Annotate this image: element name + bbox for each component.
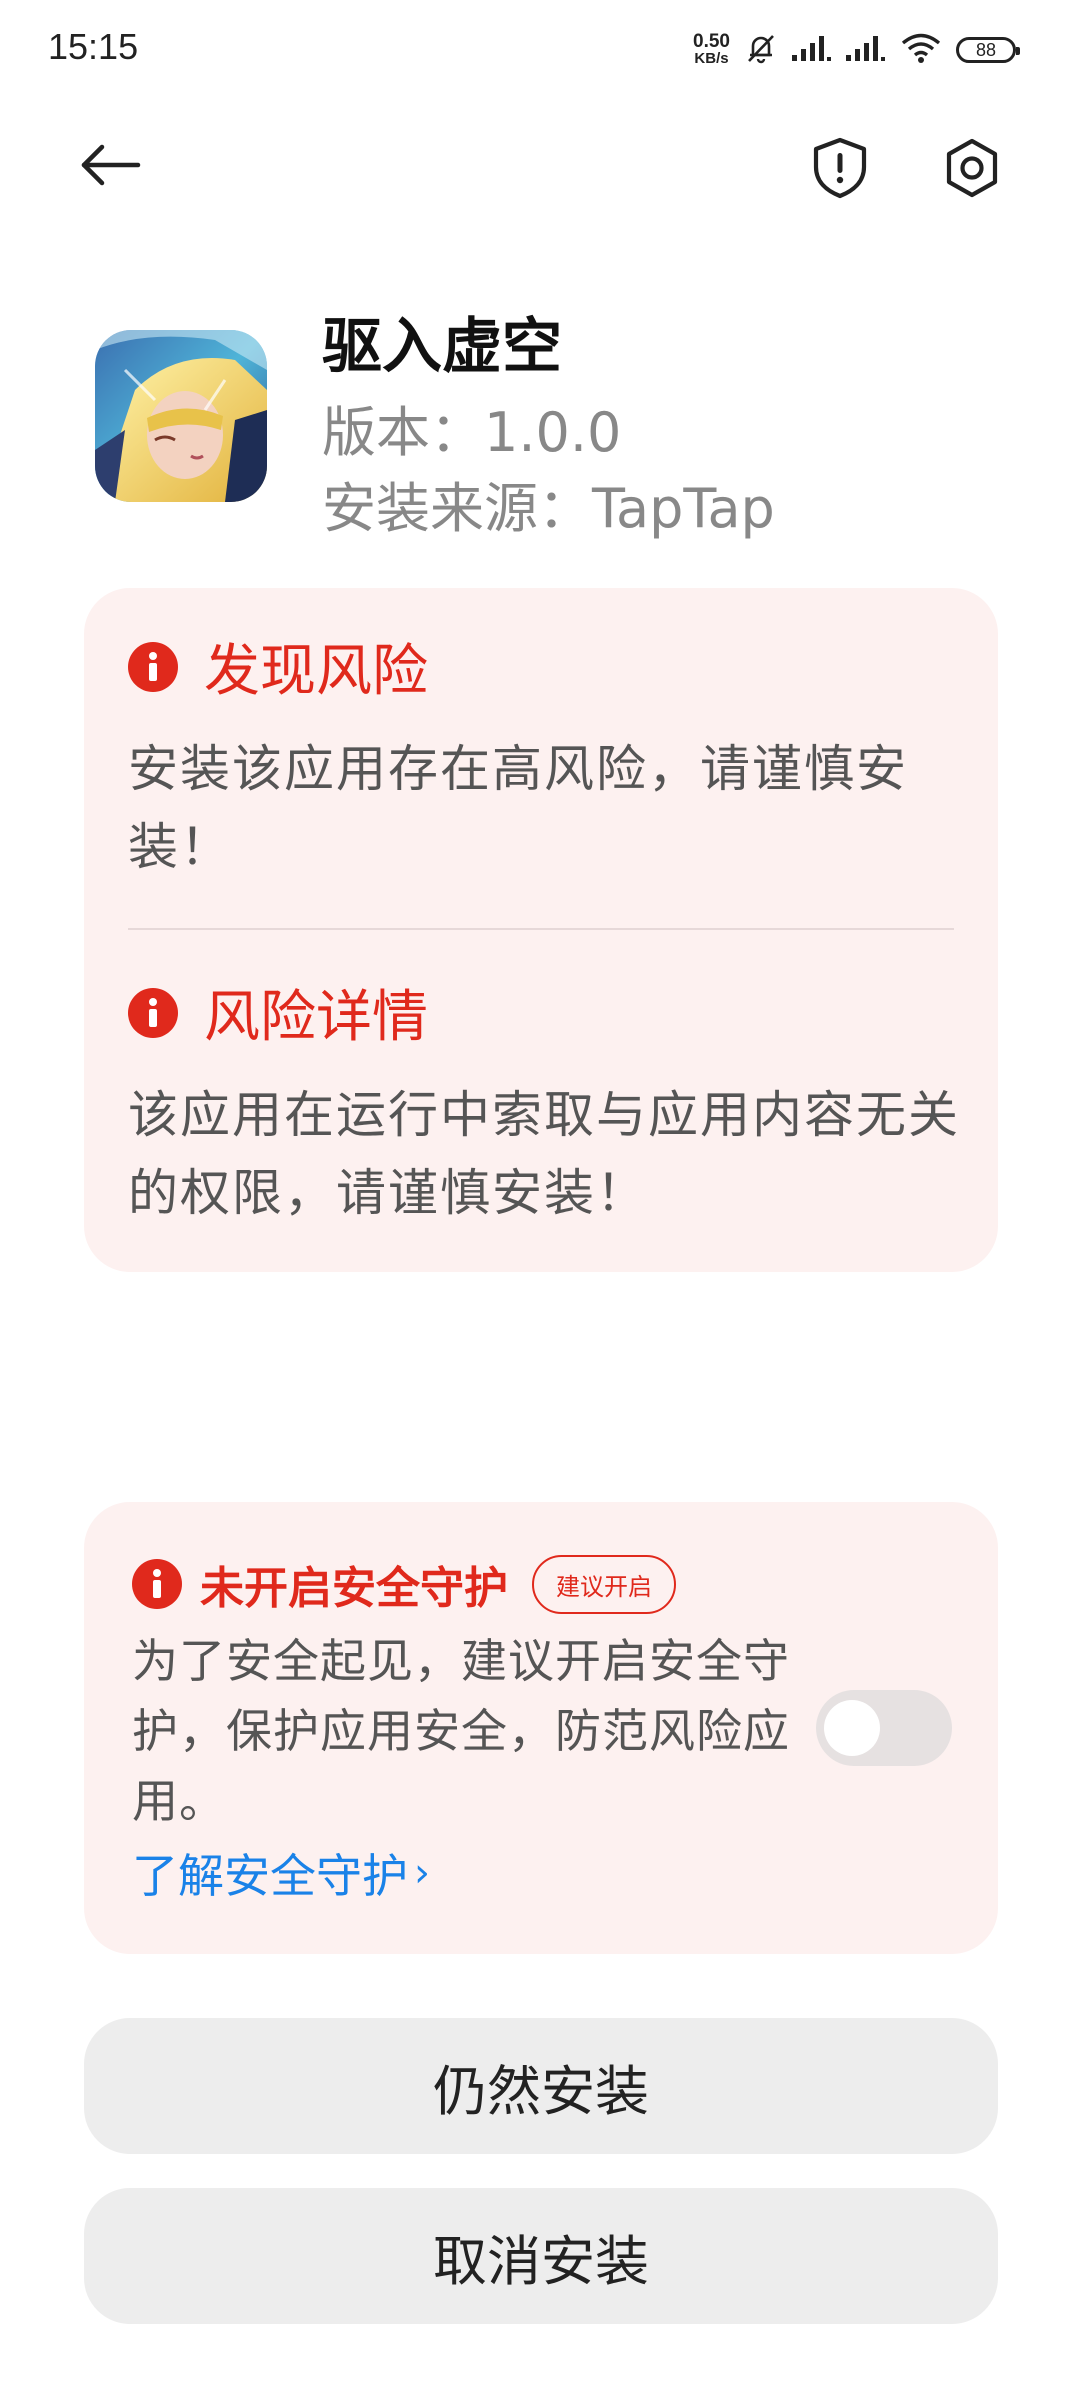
back-arrow-icon — [78, 143, 142, 191]
app-name: 驱入虚空 — [322, 312, 562, 382]
security-shield-button[interactable] — [800, 130, 880, 210]
warning-info-icon — [132, 1559, 182, 1609]
cancel-install-button[interactable]: 取消安装 — [84, 2188, 998, 2324]
risk-found-text: 安装该应用存在高风险，请谨慎安装！ — [128, 740, 908, 876]
back-button[interactable] — [70, 132, 150, 202]
signal-icon — [792, 33, 832, 67]
toggle-knob — [824, 1700, 880, 1756]
status-bar: 15:15 0.50 KB/s 88 — [0, 0, 1080, 100]
app-version: 版本：1.0.0 — [322, 401, 622, 464]
network-speed: 0.50 KB/s — [693, 31, 730, 67]
mute-bell-icon — [744, 31, 778, 69]
status-icons: 0.50 KB/s 88 — [693, 30, 1020, 70]
chevron-right-icon: › — [414, 1850, 430, 1896]
risk-found-title: 发现风险 — [204, 639, 428, 704]
status-time: 15:15 — [48, 26, 139, 67]
warning-info-icon — [128, 641, 178, 692]
app-icon — [95, 330, 267, 502]
battery-indicator: 88 — [956, 37, 1020, 63]
risk-detail-heading: 风险详情 — [128, 972, 428, 1053]
protection-text: 为了安全起见，建议开启安全守护，保护应用安全，防范风险应用。 — [132, 1634, 790, 1828]
risk-found-heading: 发现风险 — [128, 626, 428, 707]
network-speed-unit: KB/s — [694, 50, 729, 67]
risk-card: 发现风险 安装该应用存在高风险，请谨慎安装！ 风险详情 该应用在运行中索取与应用… — [84, 588, 998, 1272]
divider — [128, 928, 954, 930]
settings-button[interactable] — [932, 130, 1012, 210]
risk-detail-text: 该应用在运行中索取与应用内容无关的权限，请谨慎安装！ — [128, 1086, 960, 1222]
network-speed-value: 0.50 — [693, 31, 730, 52]
security-protection-card: 未开启安全守护 建议开启 为了安全起见，建议开启安全守护，保护应用安全，防范风险… — [84, 1502, 998, 1954]
protection-toggle[interactable] — [816, 1690, 952, 1766]
shield-icon — [811, 137, 869, 203]
install-source: 安装来源：TapTap — [322, 477, 775, 540]
recommend-badge: 建议开启 — [532, 1554, 676, 1614]
gear-icon — [943, 137, 1001, 203]
protection-title: 未开启安全守护 — [200, 1563, 508, 1614]
warning-info-icon — [128, 987, 178, 1038]
signal-icon-2 — [846, 33, 886, 67]
protection-heading: 未开启安全守护 建议开启 — [132, 1552, 676, 1616]
install-anyway-button[interactable]: 仍然安装 — [84, 2018, 998, 2154]
learn-protection-label: 了解安全守护 — [132, 1849, 408, 1903]
wifi-icon — [900, 32, 942, 68]
learn-protection-link[interactable]: 了解安全守护 › — [132, 1840, 430, 1906]
risk-detail-title: 风险详情 — [204, 985, 428, 1050]
